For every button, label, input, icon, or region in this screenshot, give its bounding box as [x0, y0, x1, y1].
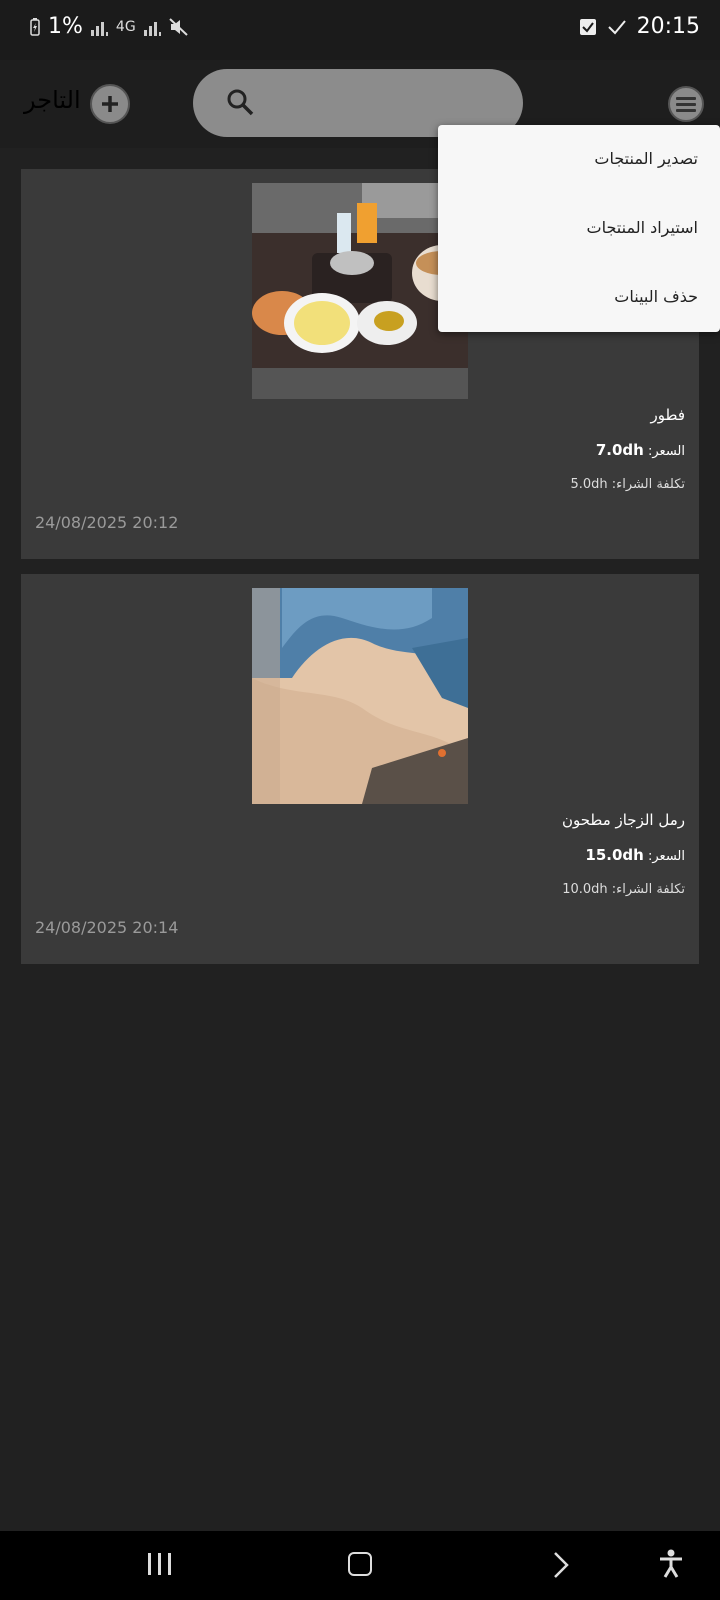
add-product-button[interactable] [90, 84, 130, 124]
price-value: 15.0dh [585, 846, 644, 864]
cost-value: 5.0dh [570, 477, 608, 492]
clock: 20:15 [636, 14, 700, 39]
battery-percent: 1% [48, 14, 83, 39]
signal-2-icon [143, 18, 161, 36]
price-value: 7.0dh [595, 441, 644, 459]
product-image [252, 588, 468, 804]
network-type: 4G [115, 18, 136, 35]
product-date: 24/08/2025 20:14 [35, 918, 179, 937]
product-image [252, 183, 468, 399]
home-button[interactable] [348, 1552, 372, 1576]
cost-value: 10.0dh [562, 882, 608, 897]
menu-item-import-products[interactable]: استيراد المنتجات [587, 218, 698, 237]
system-nav-bar [0, 1531, 720, 1600]
product-name: رمل الزجاز مطحون [561, 811, 685, 829]
product-name: فطور [650, 406, 685, 424]
product-cost: تكلفة الشراء: 10.0dh [562, 882, 685, 897]
product-date: 24/08/2025 20:12 [35, 513, 179, 532]
product-price: السعر: 15.0dh [585, 846, 685, 864]
product-card[interactable]: رمل الزجاز مطحون السعر: 15.0dh تكلفة الش… [21, 574, 699, 964]
check-icon [607, 19, 626, 34]
signal-icon [90, 18, 108, 36]
status-left: 1% 4G [30, 14, 189, 39]
menu-button[interactable] [668, 86, 704, 122]
status-right: 20:15 [579, 14, 700, 39]
menu-item-export-products[interactable]: تصدير المنتجات [594, 149, 698, 168]
price-label: السعر: [648, 849, 685, 864]
mute-icon [168, 17, 188, 36]
overflow-menu: تصدير المنتجات استيراد المنتجات حذف البي… [438, 125, 720, 332]
battery-charging-icon [30, 17, 40, 36]
menu-icon [676, 96, 696, 100]
price-label: السعر: [648, 444, 685, 459]
plus-icon [102, 96, 118, 112]
search-icon [227, 89, 254, 116]
checkbox-notification-icon [579, 18, 596, 35]
back-icon[interactable] [552, 1551, 570, 1579]
cost-label: تكلفة الشراء: [611, 882, 685, 897]
menu-item-delete-data[interactable]: حذف البينات [614, 287, 698, 306]
status-bar: 1% 4G 20:15 [0, 0, 720, 60]
accessibility-icon[interactable] [658, 1549, 684, 1579]
app-title: التاجر [24, 86, 81, 114]
recent-apps-button[interactable] [148, 1553, 171, 1575]
product-price: السعر: 7.0dh [596, 441, 685, 459]
cost-label: تكلفة الشراء: [611, 477, 685, 492]
product-cost: تكلفة الشراء: 5.0dh [570, 477, 685, 492]
